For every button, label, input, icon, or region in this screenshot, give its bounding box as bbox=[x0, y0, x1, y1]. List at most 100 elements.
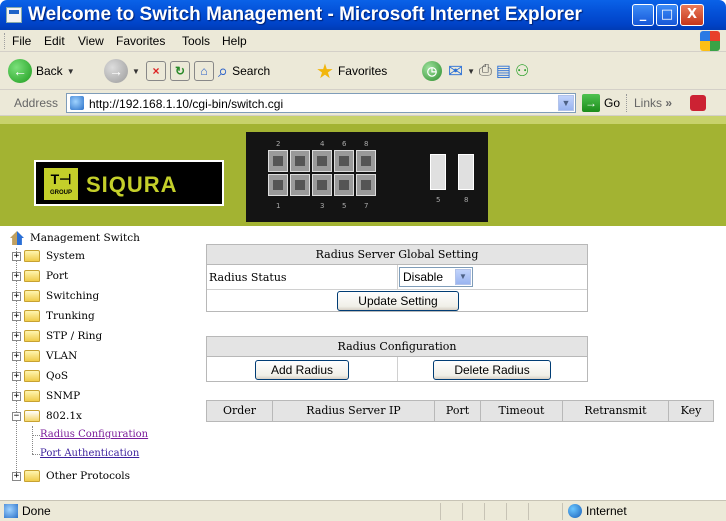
edit-icon[interactable]: ▤ bbox=[496, 61, 511, 81]
status-pane bbox=[440, 503, 441, 520]
expand-icon[interactable]: + bbox=[12, 271, 21, 281]
address-input[interactable]: http://192.168.1.10/cgi-bin/switch.cgi ▼ bbox=[66, 93, 576, 113]
search-label: Search bbox=[232, 64, 271, 78]
row-divider bbox=[207, 289, 587, 290]
maximize-button[interactable]: □ bbox=[656, 4, 678, 26]
radius-configuration-panel: Radius Configuration Add Radius Delete R… bbox=[206, 336, 588, 382]
nav-link-radius-configuration[interactable]: Radius Configuration bbox=[40, 429, 148, 440]
security-zone: Internet bbox=[586, 504, 627, 518]
menu-help[interactable]: Help bbox=[222, 34, 247, 48]
tree-folder-switching[interactable]: + Switching bbox=[12, 286, 99, 306]
folder-icon bbox=[24, 330, 40, 342]
tree-folder-stp-ring[interactable]: + STP / Ring bbox=[12, 326, 102, 346]
tree-folder-trunking[interactable]: + Trunking bbox=[12, 306, 95, 326]
go-button[interactable]: → Go bbox=[582, 94, 620, 112]
print-icon[interactable]: ⎙ bbox=[479, 62, 492, 80]
search-button[interactable]: ⌕ Search bbox=[218, 57, 270, 85]
port-label: 5 bbox=[342, 202, 347, 210]
port-7 bbox=[334, 174, 354, 196]
collapse-icon[interactable]: − bbox=[12, 411, 21, 421]
tree-folder-label: Trunking bbox=[46, 310, 95, 322]
status-pane bbox=[484, 503, 485, 520]
port-label: 7 bbox=[364, 202, 369, 210]
close-button[interactable]: X bbox=[680, 4, 704, 26]
port-label: 3 bbox=[320, 202, 325, 210]
expand-icon[interactable]: + bbox=[12, 251, 21, 261]
update-setting-button[interactable]: Update Setting bbox=[337, 291, 459, 311]
port-label: 4 bbox=[320, 140, 325, 148]
tree-folder-label: QoS bbox=[46, 370, 69, 382]
brand-name: SIQURA bbox=[86, 172, 178, 197]
col-retransmit: Retransmit bbox=[563, 401, 669, 421]
mail-icon[interactable]: ✉ bbox=[448, 61, 463, 82]
back-button[interactable]: ← Back ▼ bbox=[8, 57, 75, 85]
menu-tools[interactable]: Tools bbox=[182, 34, 210, 48]
menu-view[interactable]: View bbox=[78, 34, 104, 48]
minimize-button[interactable]: _ bbox=[632, 4, 654, 26]
sfp-port-2 bbox=[458, 154, 474, 190]
status-pane bbox=[562, 503, 563, 520]
cell-divider bbox=[397, 357, 398, 381]
menu-edit[interactable]: Edit bbox=[44, 34, 65, 48]
col-key: Key bbox=[680, 404, 702, 417]
tree-folder-vlan[interactable]: + VLAN bbox=[12, 346, 77, 366]
menu-file[interactable]: File bbox=[12, 34, 31, 48]
tree-folder-system[interactable]: + System bbox=[12, 246, 85, 266]
delete-radius-button[interactable]: Delete Radius bbox=[433, 360, 551, 380]
menu-favorites[interactable]: Favorites bbox=[116, 34, 165, 48]
tree-folder-label: VLAN bbox=[46, 350, 78, 362]
radius-status-select[interactable]: Disable ▼ bbox=[399, 267, 473, 287]
refresh-icon[interactable]: ↻ bbox=[170, 61, 190, 81]
port-label: 8 bbox=[364, 140, 369, 148]
forward-dropdown-icon[interactable]: ▼ bbox=[132, 67, 140, 76]
port-label: 1 bbox=[276, 202, 281, 210]
address-dropdown-icon[interactable]: ▼ bbox=[558, 95, 574, 111]
mail-dropdown-icon[interactable]: ▼ bbox=[467, 67, 475, 76]
search-icon: ⌕ bbox=[218, 60, 229, 81]
add-radius-button[interactable]: Add Radius bbox=[255, 360, 349, 380]
tree-root[interactable]: Management Switch bbox=[0, 228, 140, 248]
stop-icon[interactable]: × bbox=[146, 61, 166, 81]
tree-folder-label: Other Protocols bbox=[46, 470, 131, 482]
forward-button[interactable]: → ▼ bbox=[104, 57, 140, 85]
expand-icon[interactable]: + bbox=[12, 351, 21, 361]
expand-icon[interactable]: + bbox=[12, 331, 21, 341]
folder-icon bbox=[24, 250, 40, 262]
tree-folder-qos[interactable]: + QoS bbox=[12, 366, 68, 386]
tree-root-label: Management Switch bbox=[30, 232, 140, 244]
expand-icon[interactable]: + bbox=[12, 471, 21, 481]
port-8 bbox=[334, 150, 354, 172]
go-label: Go bbox=[604, 96, 621, 110]
address-bar: Address http://192.168.1.10/cgi-bin/swit… bbox=[0, 90, 726, 116]
favorites-button[interactable]: ★ Favorites bbox=[316, 57, 387, 85]
tree-folder-other-protocols[interactable]: + Other Protocols bbox=[12, 466, 130, 486]
port-3 bbox=[290, 174, 310, 196]
expand-icon[interactable]: + bbox=[12, 311, 21, 321]
home-icon[interactable]: ⌂ bbox=[194, 61, 214, 81]
tree-folder-label: SNMP bbox=[46, 390, 81, 402]
status-pane bbox=[506, 503, 507, 520]
expand-icon[interactable]: + bbox=[12, 391, 21, 401]
address-url[interactable]: http://192.168.1.10/cgi-bin/switch.cgi bbox=[89, 97, 283, 111]
tree-folder-port[interactable]: + Port bbox=[12, 266, 68, 286]
sfp-port-1 bbox=[430, 154, 446, 190]
sfp-label: 8 bbox=[464, 196, 469, 204]
nav-link-port-authentication[interactable]: Port Authentication bbox=[40, 448, 139, 459]
media-icon[interactable]: ◷ bbox=[422, 61, 442, 81]
tree-folder-snmp[interactable]: + SNMP bbox=[12, 386, 80, 406]
messenger-icon[interactable]: ⚇ bbox=[515, 61, 529, 81]
links-button[interactable]: Links » bbox=[634, 96, 672, 110]
port-5 bbox=[312, 174, 332, 196]
menu-grip bbox=[4, 33, 7, 49]
expand-icon[interactable]: + bbox=[12, 371, 21, 381]
back-dropdown-icon[interactable]: ▼ bbox=[67, 67, 75, 76]
tree-folder-8021x[interactable]: − 802.1x bbox=[12, 406, 82, 426]
status-text: Done bbox=[22, 504, 51, 518]
col-port: Port bbox=[435, 401, 481, 421]
port-6 bbox=[312, 150, 332, 172]
expand-icon[interactable]: + bbox=[12, 291, 21, 301]
extension-icon[interactable] bbox=[690, 95, 706, 111]
folder-icon bbox=[24, 270, 40, 282]
tree-line bbox=[32, 426, 33, 454]
banner-topline bbox=[0, 116, 726, 124]
